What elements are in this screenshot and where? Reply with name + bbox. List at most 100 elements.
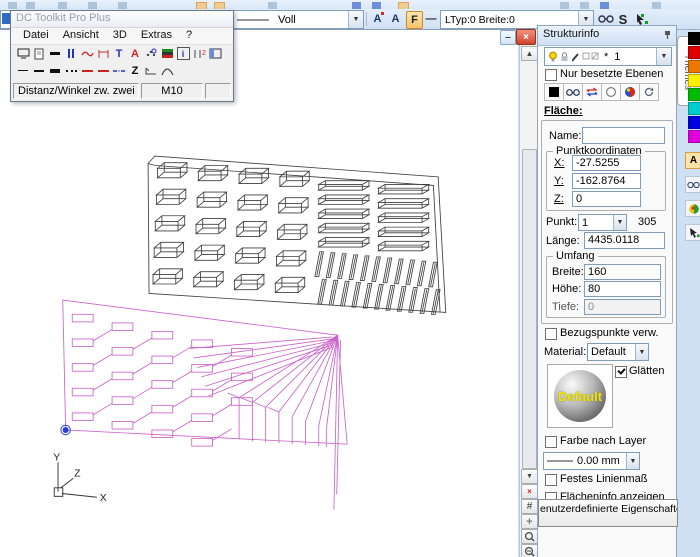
material-preview[interactable]: Default: [547, 364, 613, 428]
arc-icon[interactable]: [159, 63, 175, 78]
z-order-icon[interactable]: Z: [127, 63, 143, 78]
scrollbar-thumb[interactable]: [522, 149, 537, 469]
font-decrease-button[interactable]: A: [388, 11, 403, 27]
strip-picker-button[interactable]: [685, 224, 700, 241]
chevron-down-icon[interactable]: ▼: [348, 11, 363, 28]
palette-swatch[interactable]: [688, 88, 700, 101]
dimension-icon[interactable]: [95, 46, 111, 61]
menu-item-datei[interactable]: Datei: [16, 28, 56, 41]
monitor-icon[interactable]: [15, 46, 31, 61]
zoom-window-button[interactable]: [521, 529, 538, 544]
rotate-button[interactable]: [639, 83, 659, 101]
clipped-toolbar-icon[interactable]: [268, 2, 277, 9]
clipped-toolbar-icon[interactable]: [26, 2, 35, 9]
clipped-toolbar-icon[interactable]: [352, 2, 361, 9]
smooth-checkbox[interactable]: [615, 366, 627, 378]
angle-icon[interactable]: [143, 63, 159, 78]
view-glasses-button[interactable]: [563, 83, 583, 101]
chevron-down-icon[interactable]: ▼: [613, 215, 626, 230]
window-titlebar[interactable]: DC Toolkit Pro Plus: [11, 11, 233, 28]
fixed-line-checkbox[interactable]: [545, 474, 557, 486]
length-input[interactable]: 4435.0118: [584, 232, 665, 249]
parallel-lines-icon[interactable]: [63, 46, 79, 61]
clipped-toolbar-icon[interactable]: [560, 2, 569, 9]
close-view-button[interactable]: ×: [521, 484, 538, 499]
strip-a-button[interactable]: A: [685, 152, 700, 169]
clipped-toolbar-icon[interactable]: [8, 2, 17, 9]
palette-swatch[interactable]: [688, 102, 700, 115]
sheet-icon[interactable]: [31, 46, 47, 61]
layer-combobox[interactable]: * 1 ▼: [544, 47, 672, 66]
palette-swatch[interactable]: [688, 74, 700, 87]
grid-toggle-button[interactable]: #: [521, 499, 538, 514]
clipped-toolbar-icon[interactable]: [372, 2, 381, 9]
annotation-icon[interactable]: A: [127, 46, 143, 61]
dashed-red-line-icon[interactable]: [79, 63, 95, 78]
bold-line-style-icon[interactable]: [47, 63, 63, 78]
palette-swatch[interactable]: [688, 116, 700, 129]
clipped-toolbar-icon[interactable]: [652, 2, 661, 9]
color-by-layer-checkbox[interactable]: [545, 436, 557, 448]
view-dropdown-button[interactable]: ▼: [521, 469, 538, 484]
palette-swatch[interactable]: [688, 46, 700, 59]
color-ball-button[interactable]: [620, 83, 640, 101]
palette-swatch[interactable]: [688, 60, 700, 73]
selected-point-marker[interactable]: [63, 427, 69, 433]
palette-swatch[interactable]: [688, 32, 700, 45]
zoom-extents-button[interactable]: [521, 544, 538, 557]
strip-glasses-button[interactable]: [685, 176, 700, 193]
clipped-toolbar-icon[interactable]: [118, 2, 127, 9]
wave-icon[interactable]: [79, 46, 95, 61]
dotted-line-style-icon[interactable]: [63, 63, 79, 78]
strip-color-ball-button[interactable]: [685, 200, 700, 217]
menu-item-extras[interactable]: Extras: [134, 28, 179, 41]
points-icon[interactable]: [143, 46, 159, 61]
text-tool-icon[interactable]: T: [111, 46, 127, 61]
dc-toolkit-window[interactable]: DC Toolkit Pro Plus DateiAnsicht3DExtras…: [10, 10, 234, 102]
close-button[interactable]: ×: [516, 29, 536, 45]
measure-two-icon[interactable]: 2: [191, 46, 207, 61]
chevron-down-icon[interactable]: ▼: [626, 453, 639, 469]
font-increase-button[interactable]: A: [370, 11, 385, 27]
thick-line-icon[interactable]: [47, 46, 63, 61]
z-input[interactable]: 0: [572, 191, 641, 207]
split-window-icon[interactable]: [207, 46, 223, 61]
info-icon[interactable]: i: [175, 46, 191, 61]
color-black-button[interactable]: [544, 83, 564, 101]
dashdot-blue-line-icon[interactable]: [111, 63, 127, 78]
vertical-scrollbar[interactable]: ▲ ▼ × # +: [519, 29, 537, 557]
chevron-down-icon[interactable]: ▼: [656, 48, 671, 65]
font-toggle-button[interactable]: F: [406, 11, 423, 29]
clipped-toolbar-icon[interactable]: [580, 2, 589, 9]
thin-line-style-icon[interactable]: [15, 63, 31, 78]
x-input[interactable]: -27.5255: [572, 155, 641, 171]
only-occupied-checkbox[interactable]: [545, 69, 557, 81]
line-width-combobox[interactable]: 0.00 mm ▼: [543, 452, 640, 470]
pan-button[interactable]: +: [521, 514, 538, 529]
circle-button[interactable]: [601, 83, 621, 101]
swap-arrows-button[interactable]: [582, 83, 602, 101]
layers-icon[interactable]: [159, 46, 175, 61]
depth-input[interactable]: 0: [584, 299, 661, 315]
panel-header[interactable]: Strukturinfo: [538, 26, 676, 46]
menu-item-ansicht[interactable]: Ansicht: [56, 28, 106, 41]
pin-icon[interactable]: [663, 30, 672, 40]
menu-item-3d[interactable]: 3D: [106, 28, 134, 41]
y-input[interactable]: -162.8764: [572, 173, 641, 189]
refpoints-checkbox[interactable]: [545, 328, 557, 340]
clipped-toolbar-icon[interactable]: [88, 2, 97, 9]
material-combobox[interactable]: Default ▼: [587, 343, 649, 361]
custom-properties-button[interactable]: enutzerdefinierte Eigenschafte: [538, 499, 678, 527]
scroll-up-button[interactable]: ▲: [521, 46, 538, 61]
width-input[interactable]: 160: [584, 264, 661, 280]
clipped-toolbar-icon[interactable]: [600, 2, 609, 9]
dashed-red-line2-icon[interactable]: [95, 63, 111, 78]
chevron-down-icon[interactable]: ▼: [635, 344, 648, 360]
point-combobox[interactable]: 1 ▼: [578, 214, 627, 231]
line-style-combobox[interactable]: Voll ▼: [231, 10, 364, 29]
menu-item-[interactable]: ?: [179, 28, 199, 41]
clipped-toolbar-icon[interactable]: [58, 2, 67, 9]
name-input[interactable]: [582, 127, 665, 144]
height-input[interactable]: 80: [584, 281, 661, 297]
medium-line-style-icon[interactable]: [31, 63, 47, 78]
